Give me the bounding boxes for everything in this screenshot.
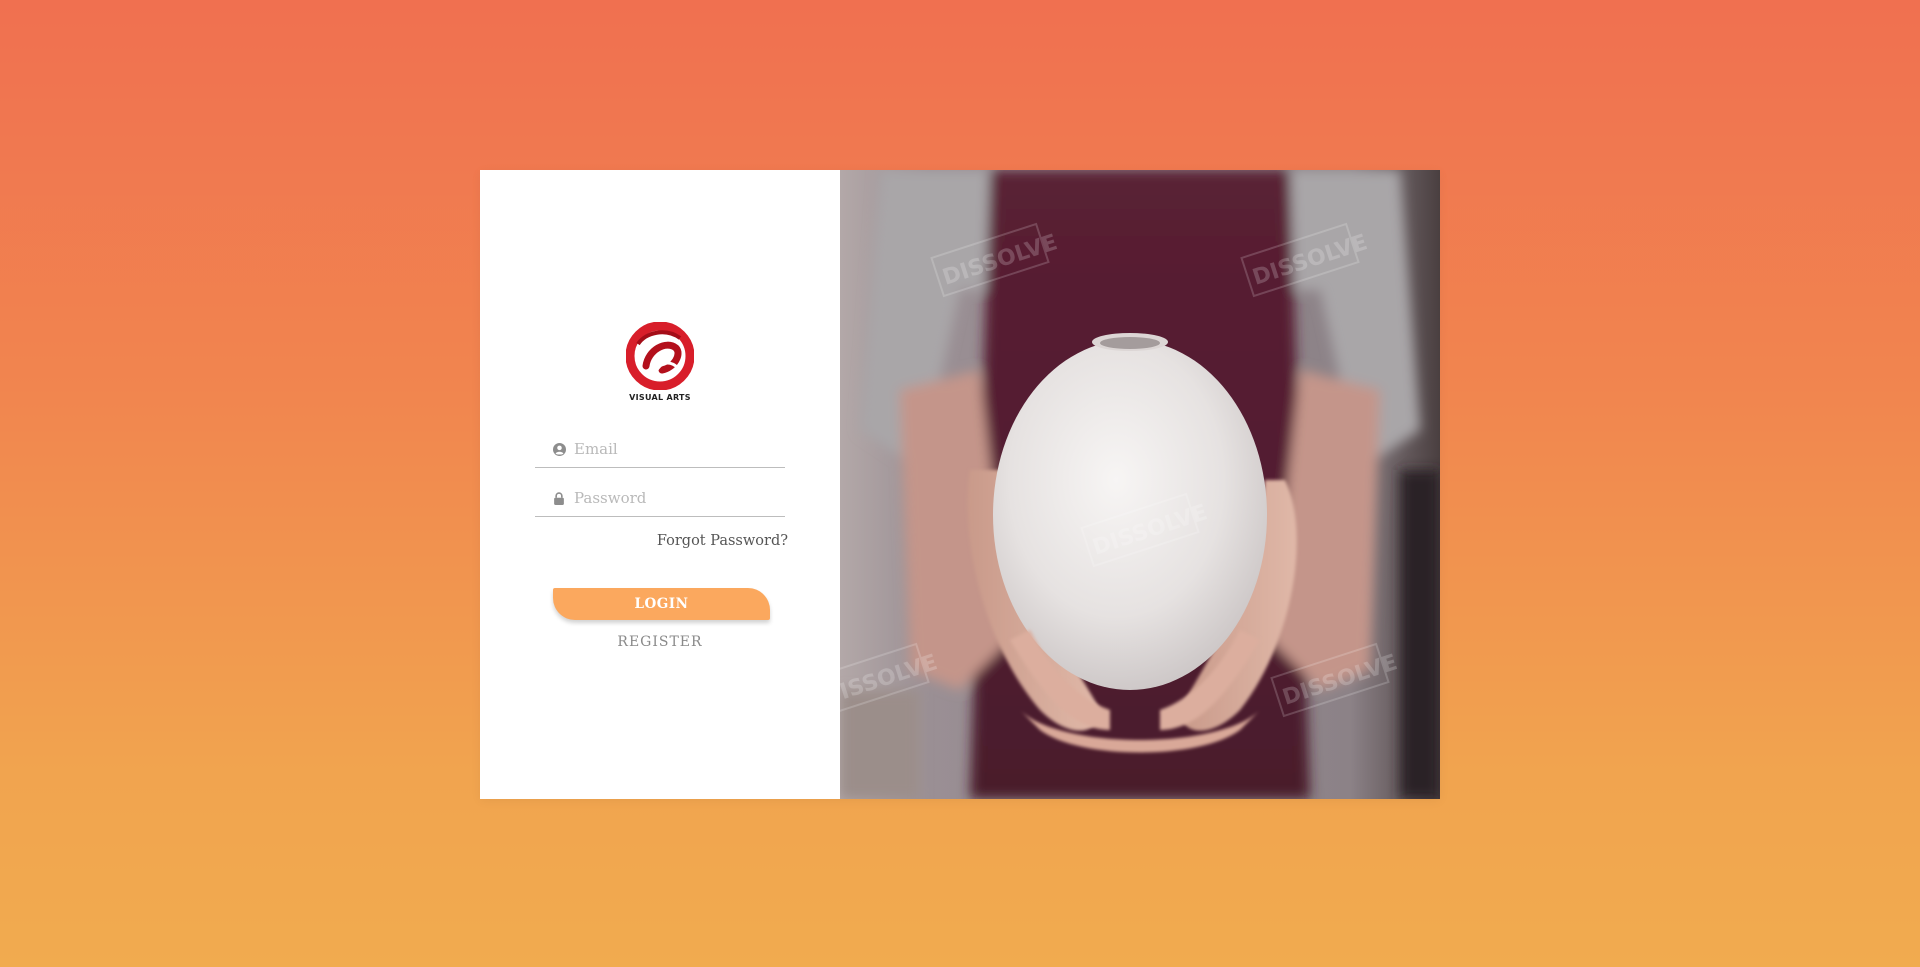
brand-logo: VISUAL ARTS (622, 322, 698, 412)
pottery-photo: DISSOLVE DISSOLVE DISSOLVE DISSOLVE DISS… (840, 170, 1440, 799)
user-circle-icon (552, 442, 566, 456)
email-input[interactable] (574, 440, 774, 458)
hero-image: DISSOLVE DISSOLVE DISSOLVE DISSOLVE DISS… (840, 170, 1440, 799)
visual-arts-logo-mark (626, 322, 694, 390)
login-card: VISUAL ARTS Forgot Password? L (480, 170, 1440, 799)
lock-icon (552, 491, 566, 505)
forgot-password-link[interactable]: Forgot Password? (657, 533, 788, 549)
login-button[interactable]: LOGIN (553, 588, 770, 620)
password-input[interactable] (574, 489, 774, 507)
email-field (535, 431, 785, 468)
logo-text: VISUAL ARTS (629, 393, 691, 402)
register-link[interactable]: REGISTER (480, 634, 840, 650)
login-panel: VISUAL ARTS Forgot Password? L (480, 170, 840, 799)
password-field (535, 480, 785, 517)
